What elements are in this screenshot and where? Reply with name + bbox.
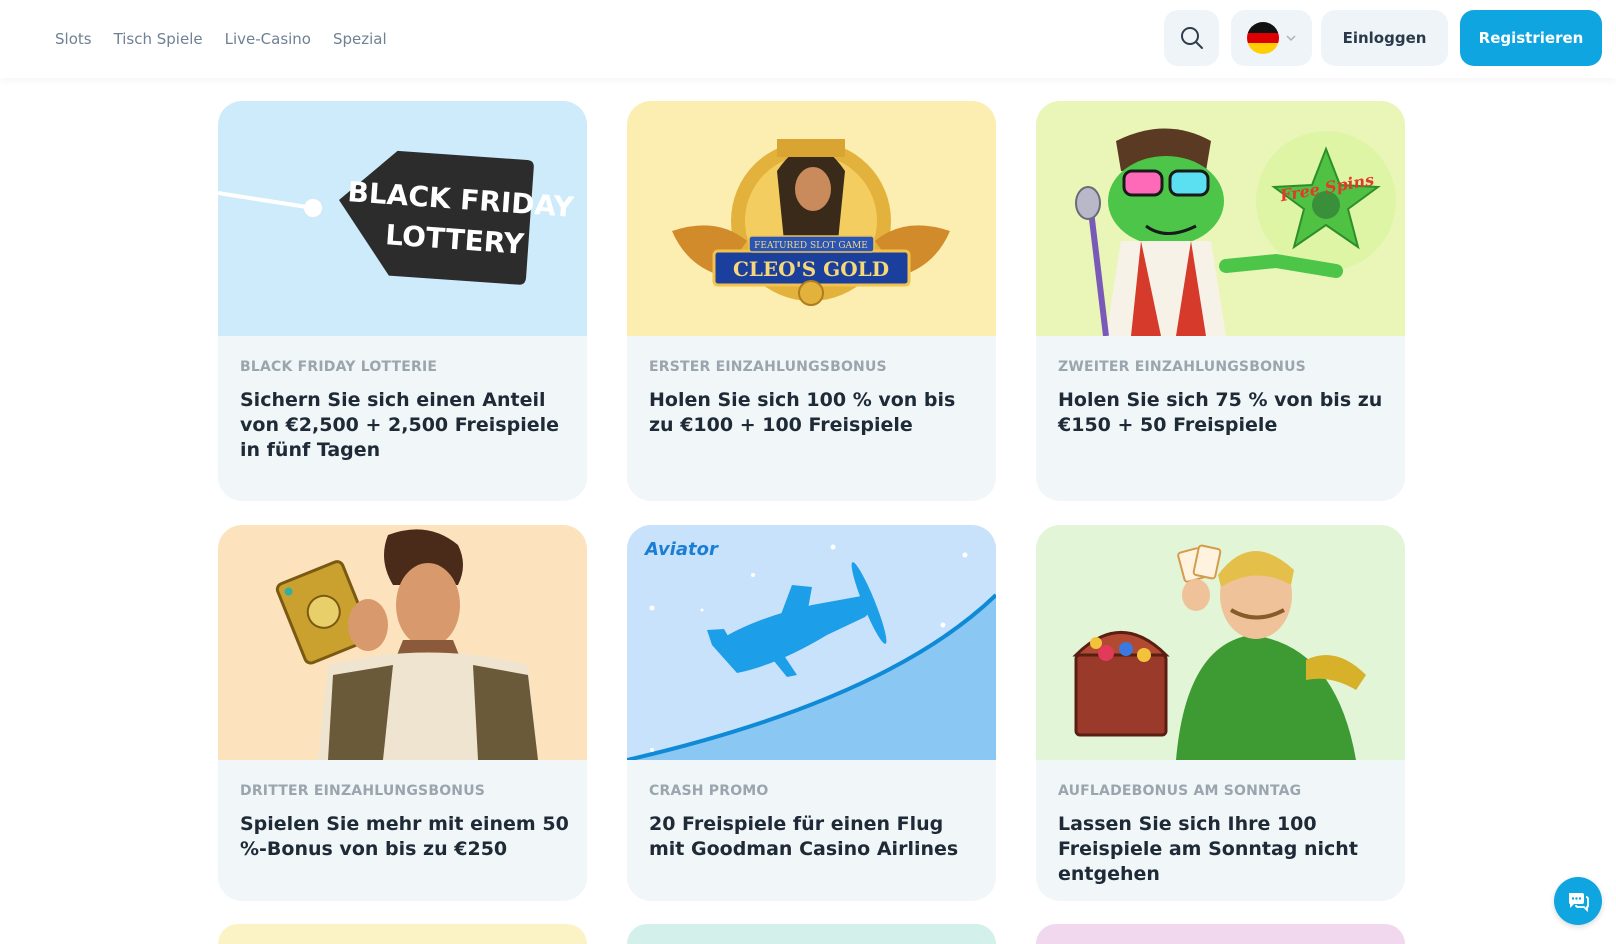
promo-title: 20 Freispiele für einen Flug mit Goodman… [649,813,959,860]
promo-category: DRITTER EINZAHLUNGSBONUS [240,783,486,799]
search-button[interactable] [1164,10,1219,66]
promo-card[interactable]: FEATURED SLOT GAME CLEO'S GOLD ERSTER EI… [627,101,996,501]
nav-item-live-casino[interactable]: Live-Casino [225,30,311,48]
promo-category: AUFLADEBONUS AM SONNTAG [1058,783,1302,799]
language-selector[interactable] [1231,10,1312,66]
promo-category: BLACK FRIDAY LOTTERIE [240,359,438,375]
login-button[interactable]: Einloggen [1321,10,1448,66]
main-nav: Slots Tisch Spiele Live-Casino Spezial [55,0,387,78]
nav-item-slots[interactable]: Slots [55,30,92,48]
chevron-down-icon [1285,35,1296,42]
promo-card[interactable]: Aviator CRASH PROMO 20 Freispiele für ei… [627,525,996,901]
promo-image: Aviator [627,525,996,760]
promo-category: CRASH PROMO [649,783,769,799]
promo-image-badge: FEATURED SLOT GAME [754,241,868,251]
promo-card[interactable]: BLACK FRIDAY LOTTERY BLACK FRIDAY LOTTER… [218,101,587,501]
promo-card[interactable]: DRITTER EINZAHLUNGSBONUS Spielen Sie meh… [218,525,587,901]
chat-button[interactable] [1554,877,1602,925]
promo-category: ERSTER EINZAHLUNGSBONUS [649,359,887,375]
germany-flag-icon [1246,22,1279,54]
promo-card-peek[interactable] [627,924,996,944]
promo-category: ZWEITER EINZAHLUNGSBONUS [1058,359,1306,375]
promo-title: Lassen Sie sich Ihre 100 Freispiele am S… [1058,813,1358,885]
search-icon [1180,27,1203,49]
promo-title: Holen Sie sich 75 % von bis zu €150 + 50… [1058,389,1383,436]
nav-item-spezial[interactable]: Spezial [333,30,387,48]
promo-image: BLACK FRIDAY LOTTERY [218,101,587,336]
promo-card-peek[interactable] [1036,924,1405,944]
promo-title: Spielen Sie mehr mit einem 50 %-Bonus vo… [240,813,569,860]
chat-icon [1569,893,1589,913]
promo-card-peek[interactable] [218,924,587,944]
register-button[interactable]: Registrieren [1460,10,1602,66]
promo-image: Free Spins [1036,101,1405,336]
promo-image [218,525,587,760]
promo-card[interactable]: AUFLADEBONUS AM SONNTAG Lassen Sie sich … [1036,525,1405,901]
promo-image: FEATURED SLOT GAME CLEO'S GOLD [627,101,996,336]
promo-card[interactable]: Free Spins ZWEITER EINZAHLUNGSBONUS Hole… [1036,101,1405,501]
promo-image [1036,525,1405,760]
nav-item-tisch-spiele[interactable]: Tisch Spiele [114,30,203,48]
aviator-logo: Aviator [643,539,719,560]
promo-image-name: CLEO'S GOLD [733,257,889,281]
promo-title: Sichern Sie sich einen Anteil von €2,500… [240,389,560,461]
promo-title: Holen Sie sich 100 % von bis zu €100 + 1… [649,389,956,436]
top-header: Slots Tisch Spiele Live-Casino Spezial E… [0,0,1616,78]
